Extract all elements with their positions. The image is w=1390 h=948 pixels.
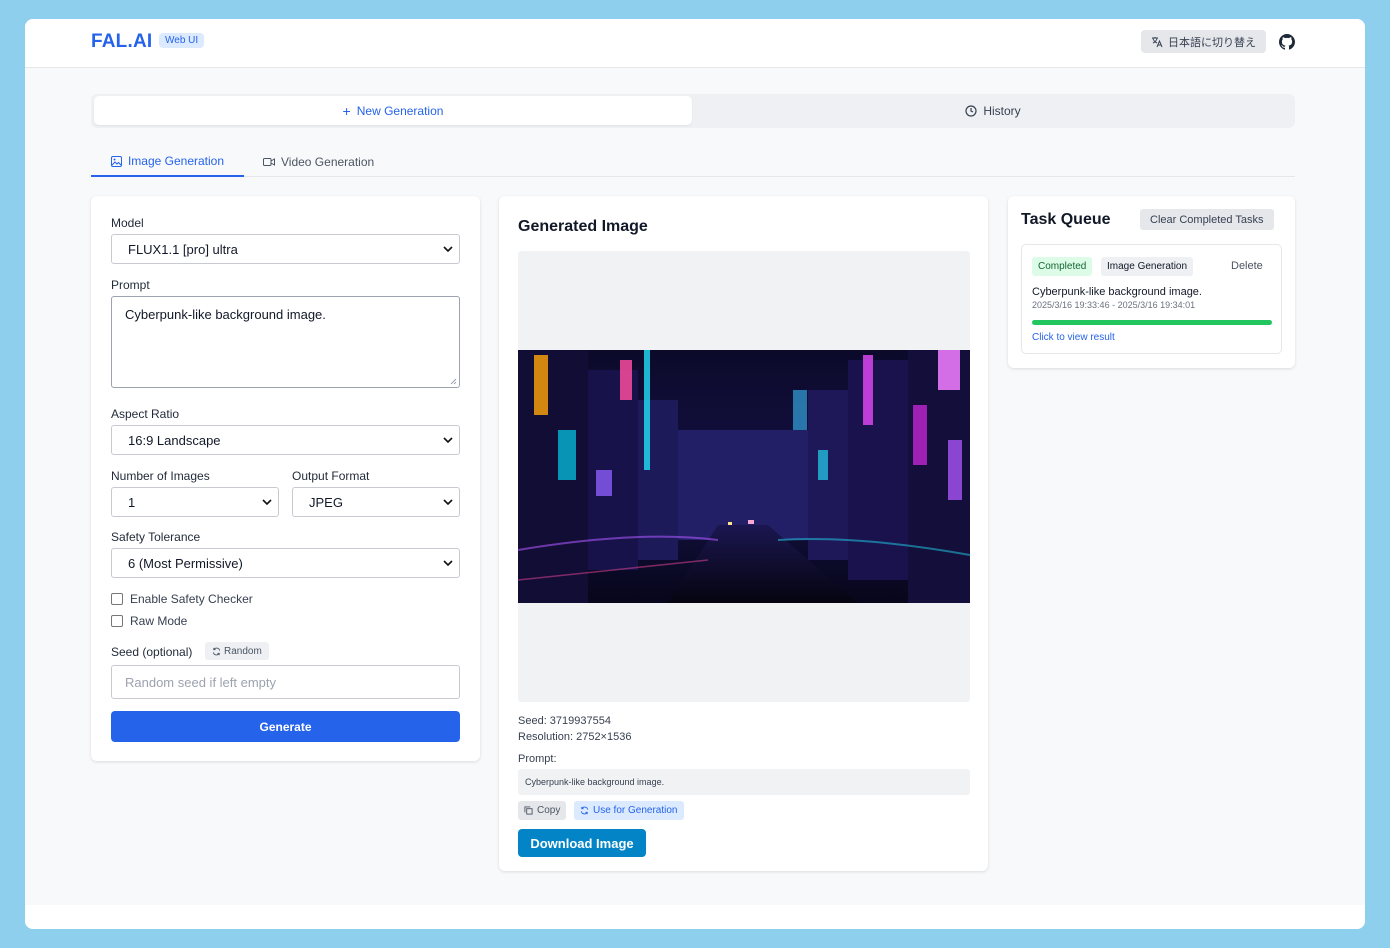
task-time: 2025/3/16 19:33:46 - 2025/3/16 19:34:01	[1032, 300, 1196, 310]
prompt-heading: Prompt:	[518, 753, 557, 765]
safety-tolerance-select[interactable]: 6 (Most Permissive)	[111, 548, 460, 578]
random-seed-button[interactable]: Random	[205, 642, 269, 660]
copy-button-label: Copy	[537, 805, 561, 816]
tab-video-generation-label: Video Generation	[281, 154, 375, 169]
tab-history[interactable]: History	[694, 96, 1292, 125]
output-format-label: Output Format	[292, 469, 370, 483]
num-images-label: Number of Images	[111, 469, 210, 483]
chevron-down-icon	[443, 499, 453, 506]
aspect-ratio-label: Aspect Ratio	[111, 407, 180, 421]
generated-image[interactable]	[518, 350, 970, 603]
video-icon	[263, 157, 275, 166]
prompt-display: Cyberpunk-like background image.	[518, 769, 970, 795]
result-panel: Generated Image Seed: 3719937554 Resolut…	[499, 196, 988, 871]
translate-icon	[1152, 36, 1163, 47]
resize-handle-icon[interactable]	[450, 378, 457, 385]
tab-video-generation[interactable]: Video Generation	[263, 147, 374, 176]
copy-icon	[524, 806, 533, 815]
generation-type-tabs: Image Generation Video Generation	[91, 147, 1295, 177]
generate-button[interactable]: Generate	[111, 711, 460, 742]
task-item[interactable]: Completed Image Generation Delete Cyberp…	[1021, 244, 1282, 354]
chevron-down-icon	[443, 437, 453, 444]
chevron-down-icon	[443, 246, 453, 253]
random-seed-label: Random	[224, 645, 262, 657]
seed-label: Seed (optional)	[111, 645, 193, 659]
seed-input[interactable]	[111, 665, 460, 699]
status-badge: Completed	[1032, 257, 1093, 276]
chevron-down-icon	[443, 560, 453, 567]
tab-new-generation-label: New Generation	[356, 103, 444, 118]
raw-mode-checkbox[interactable]	[111, 615, 123, 627]
task-title: Cyberpunk-like background image.	[1032, 286, 1202, 298]
github-icon[interactable]	[1279, 34, 1295, 50]
aspect-ratio-select[interactable]: 16:9 Landscape	[111, 425, 460, 455]
refresh-icon	[212, 647, 221, 655]
logo[interactable]: FAL.AI	[91, 31, 152, 53]
seed-info: Seed: 3719937554	[518, 715, 611, 727]
use-for-generation-button[interactable]: Use for Generation	[574, 801, 684, 820]
tab-image-generation[interactable]: Image Generation	[91, 147, 244, 177]
raw-mode-label: Raw Mode	[130, 614, 188, 628]
tab-history-label: History	[983, 103, 1021, 118]
safety-checker-label: Enable Safety Checker	[130, 592, 253, 606]
task-queue-title: Task Queue	[1021, 211, 1111, 228]
main-tabs: + New Generation History	[91, 94, 1295, 128]
web-ui-badge: Web UI	[159, 33, 205, 48]
safety-tolerance-value: 6 (Most Permissive)	[128, 555, 243, 571]
clock-icon	[965, 104, 977, 117]
language-switch-label: 日本語に切り替え	[1168, 36, 1256, 49]
num-images-select[interactable]: 1	[111, 487, 279, 517]
image-frame	[518, 251, 970, 702]
result-title: Generated Image	[518, 218, 648, 235]
safety-checker-option[interactable]: Enable Safety Checker	[111, 592, 253, 606]
model-select[interactable]: FLUX1.1 [pro] ultra	[111, 234, 460, 264]
refresh-icon	[580, 806, 589, 815]
copy-button[interactable]: Copy	[518, 801, 567, 820]
tab-new-generation[interactable]: + New Generation	[94, 96, 692, 125]
header: FAL.AI Web UI 日本語に切り替え	[25, 19, 1365, 68]
clear-completed-button[interactable]: Clear Completed Tasks	[1140, 209, 1274, 230]
safety-checker-checkbox[interactable]	[111, 593, 123, 605]
chevron-down-icon	[262, 499, 272, 506]
num-images-value: 1	[128, 494, 136, 510]
delete-task-button[interactable]: Delete	[1231, 260, 1263, 272]
safety-tolerance-label: Safety Tolerance	[111, 530, 201, 544]
prompt-textarea-value: Cyberpunk-like background image.	[125, 307, 326, 322]
prompt-label: Prompt	[111, 278, 150, 292]
image-icon	[110, 155, 122, 167]
generation-form: Model FLUX1.1 [pro] ultra Prompt Cyberpu…	[91, 196, 480, 761]
tab-image-generation-label: Image Generation	[127, 154, 225, 168]
model-select-value: FLUX1.1 [pro] ultra	[128, 241, 238, 257]
footer-bar	[25, 905, 1365, 929]
task-progress-bar	[1032, 320, 1272, 325]
output-format-select[interactable]: JPEG	[292, 487, 460, 517]
prompt-textarea[interactable]: Cyberpunk-like background image.	[111, 296, 460, 388]
raw-mode-option[interactable]: Raw Mode	[111, 614, 187, 628]
aspect-ratio-value: 16:9 Landscape	[128, 432, 221, 448]
task-type-badge: Image Generation	[1101, 257, 1194, 276]
app-window: FAL.AI Web UI 日本語に切り替え + New Generation …	[25, 19, 1365, 929]
task-queue-panel: Task Queue Clear Completed Tasks Complet…	[1008, 196, 1295, 368]
resolution-info: Resolution: 2752×1536	[518, 731, 632, 743]
output-format-value: JPEG	[309, 494, 343, 510]
use-for-generation-label: Use for Generation	[593, 805, 678, 816]
model-label: Model	[111, 216, 144, 230]
plus-icon: +	[342, 102, 351, 119]
language-switch-button[interactable]: 日本語に切り替え	[1141, 30, 1266, 53]
view-result-link[interactable]: Click to view result	[1032, 332, 1115, 343]
download-image-button[interactable]: Download Image	[518, 829, 646, 857]
